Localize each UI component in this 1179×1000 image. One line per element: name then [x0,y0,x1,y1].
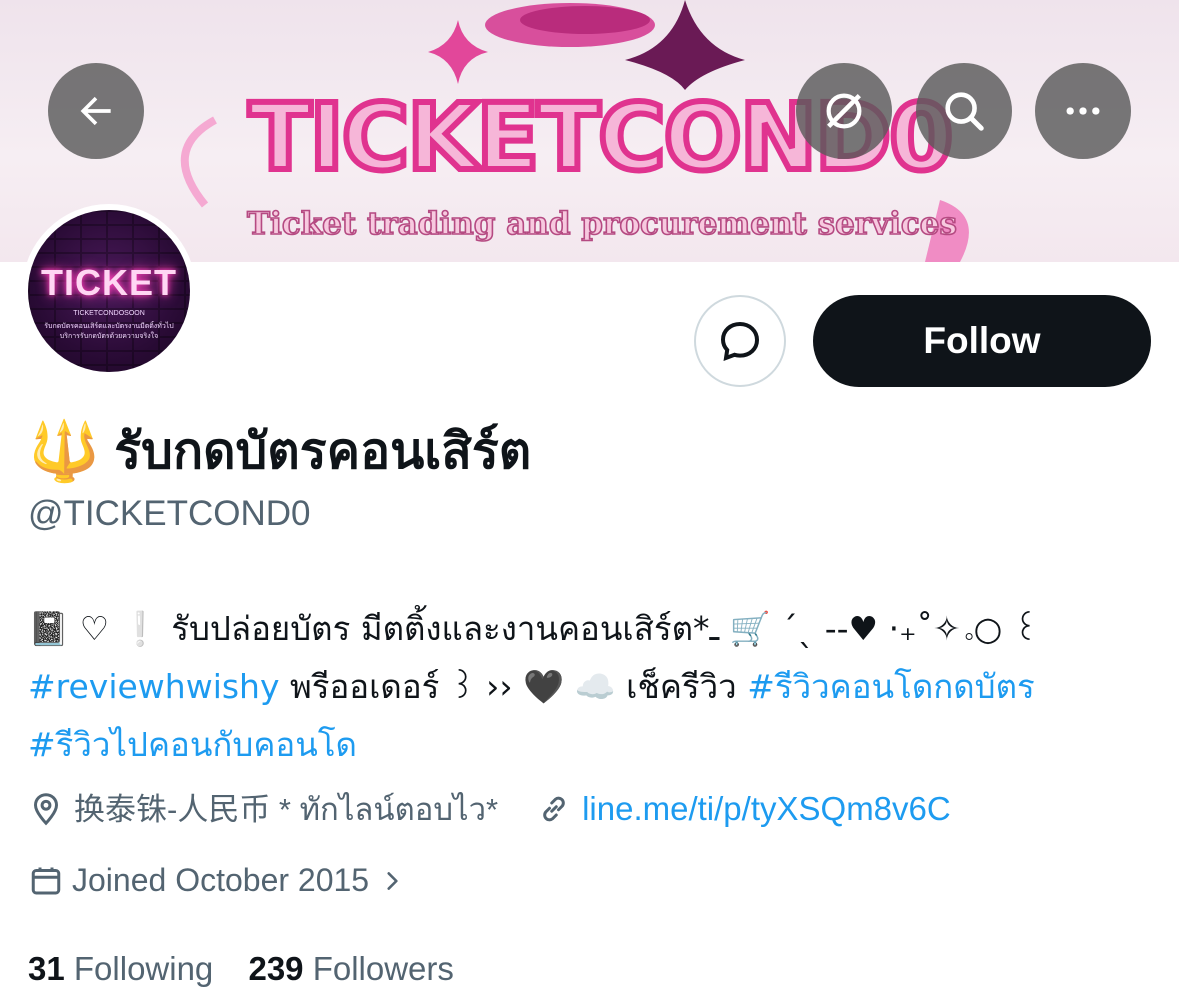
chevron-right-icon [379,866,405,896]
avatar-line-3: บริการรับกดบัตรด้วยความจริงใจ [59,333,159,340]
search-button[interactable] [916,63,1012,159]
banner-title: TICKETCOND0 [246,84,957,191]
hashtag-reviewhwishy[interactable]: #reviewhwishy [28,667,280,706]
following-label: Following [73,950,214,987]
hashtag-review-condo[interactable]: #รีวิวคอนโดกดบัตร [747,667,1035,706]
location-text: 换泰铢-人民币 * ทักไลน์ตอบไว* [74,792,499,827]
avatar-title: TICKET [41,262,177,303]
profile-meta-row: 换泰铢-人民币 * ทักไลน์ตอบไว* line.me/ti/p/tyX… [28,784,951,834]
display-name: รับกดบัตรคอนเสิร์ต [114,422,532,480]
follow-stats: 31 Following 239 Followers [28,950,454,988]
profile-bio: 📓 ♡ ❕ รับปล่อยบัตร มีตติ้งและงานคอนเสิร์… [28,600,1158,774]
joined-row[interactable]: Joined October 2015 [28,862,405,899]
profile-link[interactable]: line.me/ti/p/tyXSQm8v6C [582,790,951,828]
grok-slash-icon [821,88,867,134]
follow-button[interactable]: Follow [813,295,1151,387]
message-button[interactable] [694,295,786,387]
more-horizontal-icon [1061,89,1105,133]
more-button[interactable] [1035,63,1131,159]
bio-line-2: #reviewhwishy พรีออเดอร์ ꒱ ›› 🖤 ☁️ เช็คร… [28,658,1158,716]
link-icon [536,791,572,827]
calendar-icon [28,863,64,899]
profile-name-row: 🔱 รับกดบัตรคอนเสิร์ต [28,412,531,491]
followers-label: Followers [312,950,454,987]
avatar-line-1: TICKETCONDOSOON [73,310,145,317]
hashtag-review-concert[interactable]: #รีวิวไปคอนกับคอนโด [28,725,357,764]
joined-text: Joined October 2015 [72,862,370,898]
followers-link[interactable]: 239 Followers [248,950,453,987]
banner-subtitle: Ticket trading and procurement services [246,205,958,243]
bio-line-3: #รีวิวไปคอนกับคอนโด [28,716,1158,774]
following-link[interactable]: 31 Following [28,950,213,987]
message-bubble-icon [716,317,764,365]
bio-line-1: 📓 ♡ ❕ รับปล่อยบัตร มีตติ้งและงานคอนเสิร์… [28,609,1039,648]
search-icon [941,88,987,134]
back-button[interactable] [48,63,144,159]
user-handle: @TICKETCOND0 [28,494,311,533]
location-pin-icon [28,791,64,827]
trident-emoji: 🔱 [28,418,101,484]
following-count: 31 [28,950,65,987]
grok-button[interactable] [796,63,892,159]
arrow-left-icon [74,89,118,133]
bio-line-2-text: พรีออเดอร์ ꒱ ›› 🖤 ☁️ เช็ครีวิว [279,667,748,706]
avatar[interactable]: TICKET TICKETCONDOSOON รับกดบัตรคอนเสิร์… [28,210,190,372]
followers-count: 239 [248,950,304,987]
